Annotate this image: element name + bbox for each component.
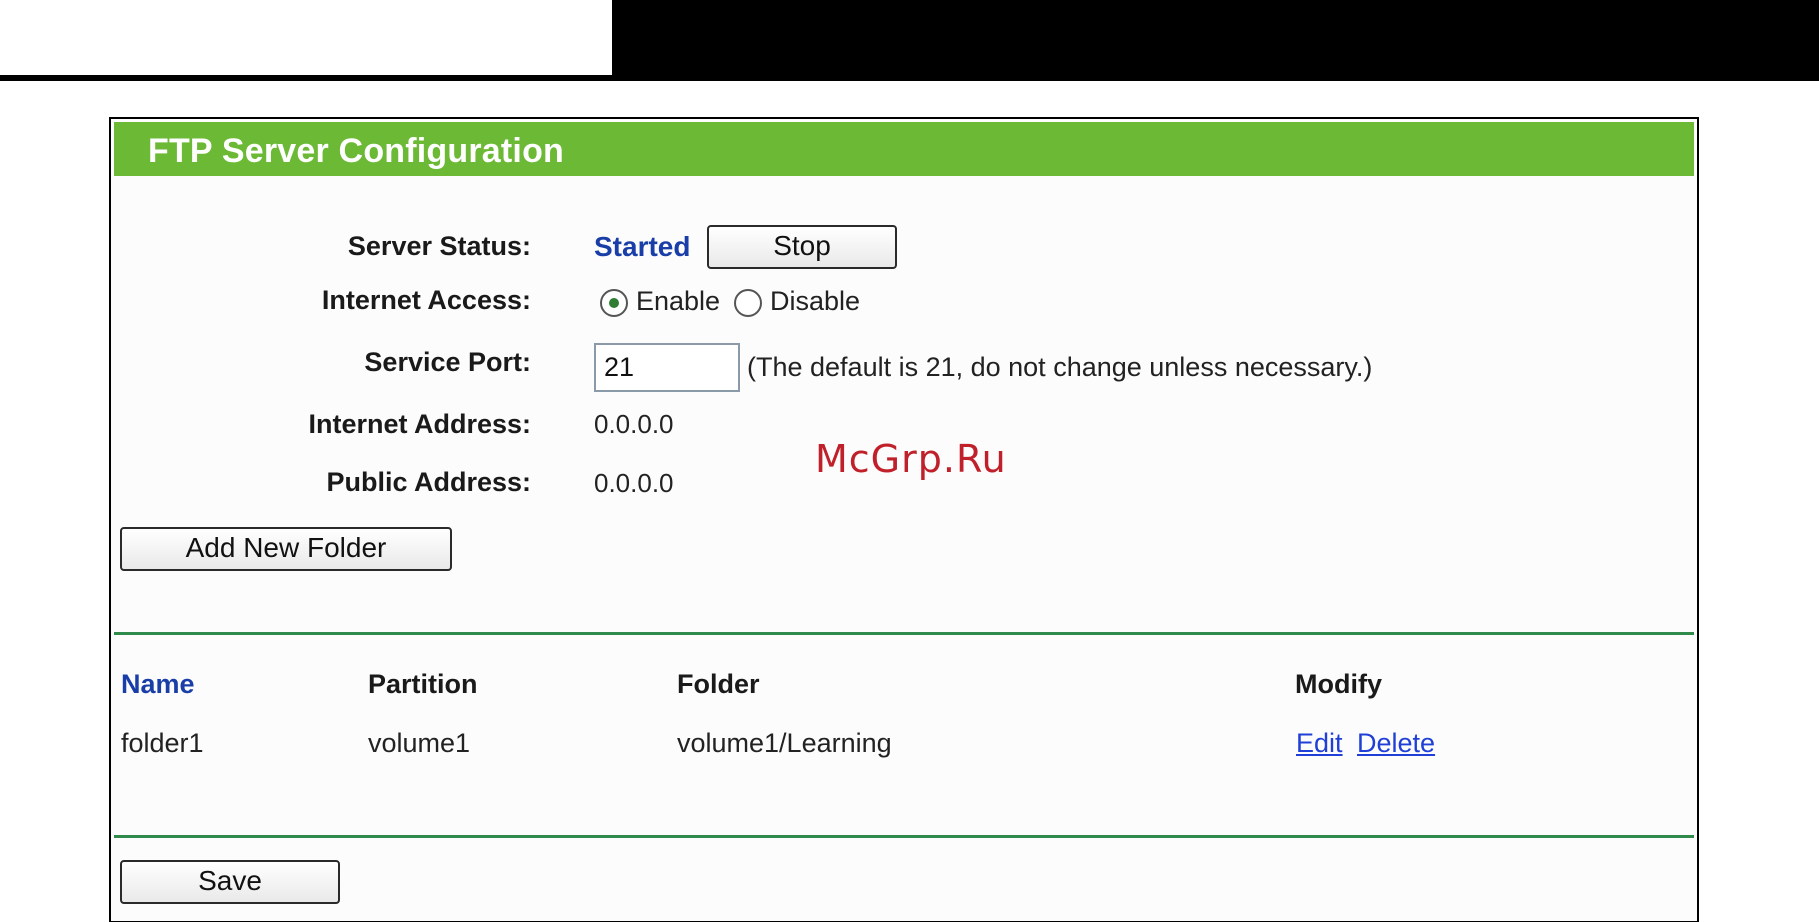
internet-address-value: 0.0.0.0 bbox=[594, 409, 674, 439]
service-port-hint: (The default is 21, do not change unless… bbox=[747, 352, 1373, 382]
server-status-value: Started bbox=[594, 231, 691, 262]
column-header-folder: Folder bbox=[677, 669, 760, 699]
top-divider bbox=[0, 75, 1819, 81]
radio-selected-dot bbox=[609, 298, 619, 308]
cell-folder: volume1/Learning bbox=[677, 728, 892, 758]
save-button[interactable]: Save bbox=[120, 860, 340, 904]
disable-radio[interactable] bbox=[734, 289, 762, 317]
top-black-bar bbox=[612, 0, 1819, 75]
stop-button[interactable]: Stop bbox=[707, 225, 897, 269]
panel-header: FTP Server Configuration bbox=[114, 122, 1694, 176]
watermark-text: McGrp.Ru bbox=[815, 437, 1007, 481]
add-new-folder-button[interactable]: Add New Folder bbox=[120, 527, 452, 571]
enable-label[interactable]: Enable bbox=[636, 286, 720, 317]
ftp-config-panel: FTP Server Configuration Server Status: … bbox=[109, 117, 1699, 922]
column-header-partition: Partition bbox=[368, 669, 478, 699]
service-port-label: Service Port: bbox=[364, 347, 531, 377]
column-header-name: Name bbox=[121, 669, 195, 699]
edit-link[interactable]: Edit bbox=[1296, 728, 1343, 759]
save-button-label: Save bbox=[198, 865, 262, 896]
service-port-input[interactable] bbox=[594, 343, 740, 392]
server-status-label: Server Status: bbox=[347, 231, 531, 261]
cell-name: folder1 bbox=[121, 728, 204, 758]
table-bottom-divider bbox=[114, 835, 1694, 838]
stop-button-label: Stop bbox=[773, 230, 831, 261]
internet-access-label: Internet Access: bbox=[321, 285, 531, 315]
panel-title: FTP Server Configuration bbox=[148, 132, 565, 170]
internet-address-label: Internet Address: bbox=[308, 409, 531, 439]
delete-link[interactable]: Delete bbox=[1357, 728, 1435, 759]
cell-partition: volume1 bbox=[368, 728, 471, 758]
table-top-divider bbox=[114, 632, 1694, 635]
column-header-modify: Modify bbox=[1295, 669, 1382, 699]
public-address-label: Public Address: bbox=[326, 467, 531, 497]
enable-radio[interactable] bbox=[600, 289, 628, 317]
add-new-folder-label: Add New Folder bbox=[185, 532, 387, 563]
public-address-value: 0.0.0.0 bbox=[594, 468, 674, 498]
disable-label[interactable]: Disable bbox=[770, 286, 860, 317]
